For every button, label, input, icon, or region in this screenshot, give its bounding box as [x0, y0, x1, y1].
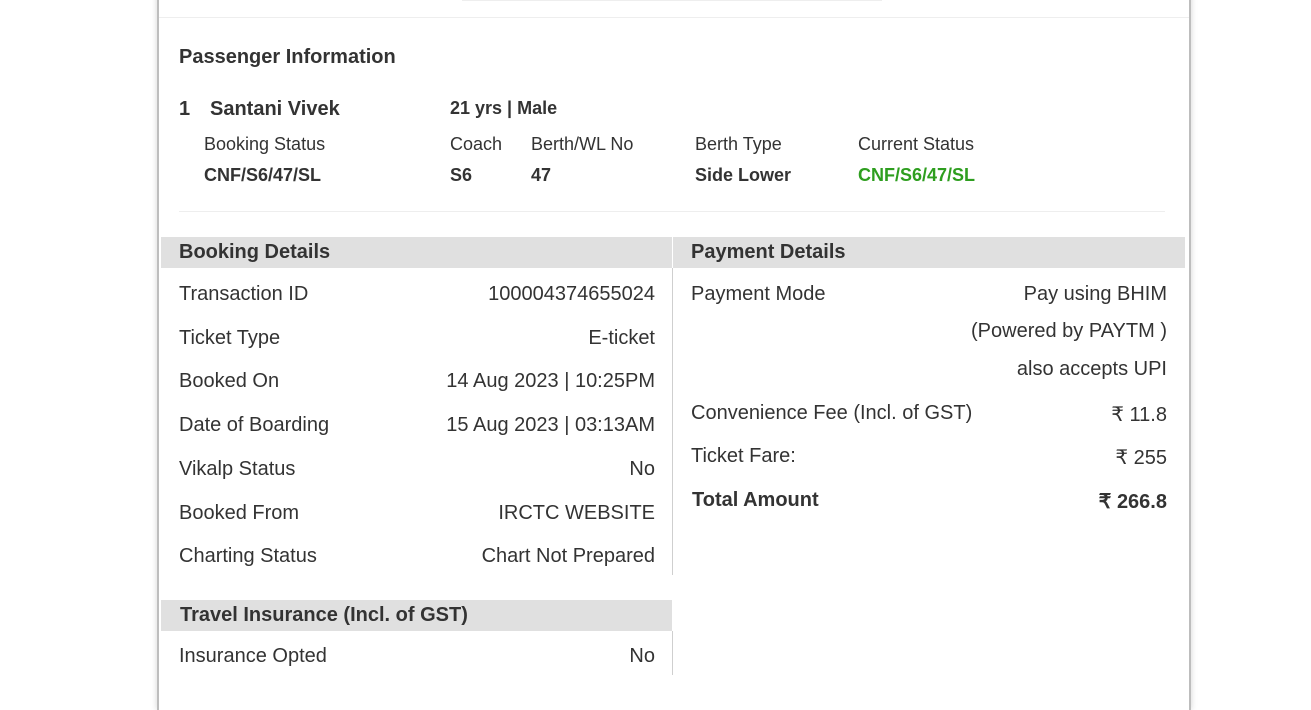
- top-strip: [462, 0, 882, 1]
- booking-status-label: Booking Status: [204, 134, 326, 154]
- berth-value: 47: [531, 165, 552, 185]
- passenger-name: Santani Vivek: [210, 98, 340, 120]
- passenger-number: 1: [179, 98, 191, 120]
- booking-details-header: Booking Details: [161, 237, 672, 268]
- passenger-age-gender: 21 yrs | Male: [450, 98, 558, 118]
- payment-details-title: Payment Details: [691, 241, 846, 263]
- boarding-date-label: Date of Boarding: [179, 414, 330, 436]
- transaction-id-label: Transaction ID: [179, 283, 309, 305]
- booking-details-title: Booking Details: [179, 241, 331, 263]
- boarding-date-value: 15 Aug 2023 | 03:13AM: [446, 414, 655, 436]
- payment-mode-upi: also accepts UPI: [1016, 358, 1167, 380]
- payment-mode-label: Payment Mode: [691, 283, 826, 305]
- insurance-title: Travel Insurance (Incl. of GST): [180, 604, 468, 626]
- ticket-fare-label: Ticket Fare:: [691, 445, 796, 467]
- vikalp-status-value: No: [629, 458, 655, 480]
- booked-on-label: Booked On: [179, 370, 280, 392]
- booked-from-label: Booked From: [179, 502, 300, 524]
- total-amount-value: ₹ 266.8: [1098, 491, 1167, 513]
- booking-column-border: [672, 268, 673, 575]
- booked-on-value: 14 Aug 2023 | 10:25PM: [446, 370, 655, 392]
- transaction-id-value: 100004374655024: [488, 283, 655, 305]
- berth-type-value: Side Lower: [695, 165, 792, 185]
- passenger-section-title: Passenger Information: [179, 46, 396, 68]
- ticket-fare-value: ₹ 255: [1115, 447, 1167, 469]
- charting-status-label: Charting Status: [179, 545, 317, 567]
- booked-from-value: IRCTC WEBSITE: [498, 502, 655, 524]
- booking-status-value: CNF/S6/47/SL: [204, 165, 322, 185]
- current-status-value: CNF/S6/47/SL: [858, 165, 976, 185]
- charting-status-value: Chart Not Prepared: [481, 545, 655, 567]
- payment-details-header: Payment Details: [673, 237, 1185, 268]
- insurance-opted-value: No: [629, 645, 655, 667]
- coach-value: S6: [450, 165, 473, 185]
- passenger-divider: [179, 211, 1165, 212]
- convenience-fee-value: ₹ 11.8: [1111, 404, 1167, 426]
- coach-label: Coach: [450, 134, 503, 154]
- insurance-opted-label: Insurance Opted: [179, 645, 327, 667]
- payment-mode-value: Pay using BHIM: [1023, 283, 1167, 305]
- ticket-type-value: E-ticket: [588, 327, 655, 349]
- convenience-fee-label: Convenience Fee (Incl. of GST): [691, 402, 973, 424]
- top-divider: [159, 17, 1189, 18]
- berth-label: Berth/WL No: [531, 134, 634, 154]
- berth-type-label: Berth Type: [695, 134, 782, 154]
- ticket-type-label: Ticket Type: [179, 327, 281, 349]
- insurance-header: Travel Insurance (Incl. of GST): [161, 600, 672, 631]
- payment-mode-provider: (Powered by PAYTM ): [971, 320, 1167, 342]
- vikalp-status-label: Vikalp Status: [179, 458, 296, 480]
- ticket-card: Passenger Information 1 Santani Vivek 21…: [157, 0, 1191, 710]
- total-amount-label: Total Amount: [692, 489, 819, 511]
- current-status-label: Current Status: [858, 134, 975, 154]
- insurance-column-border: [672, 631, 673, 675]
